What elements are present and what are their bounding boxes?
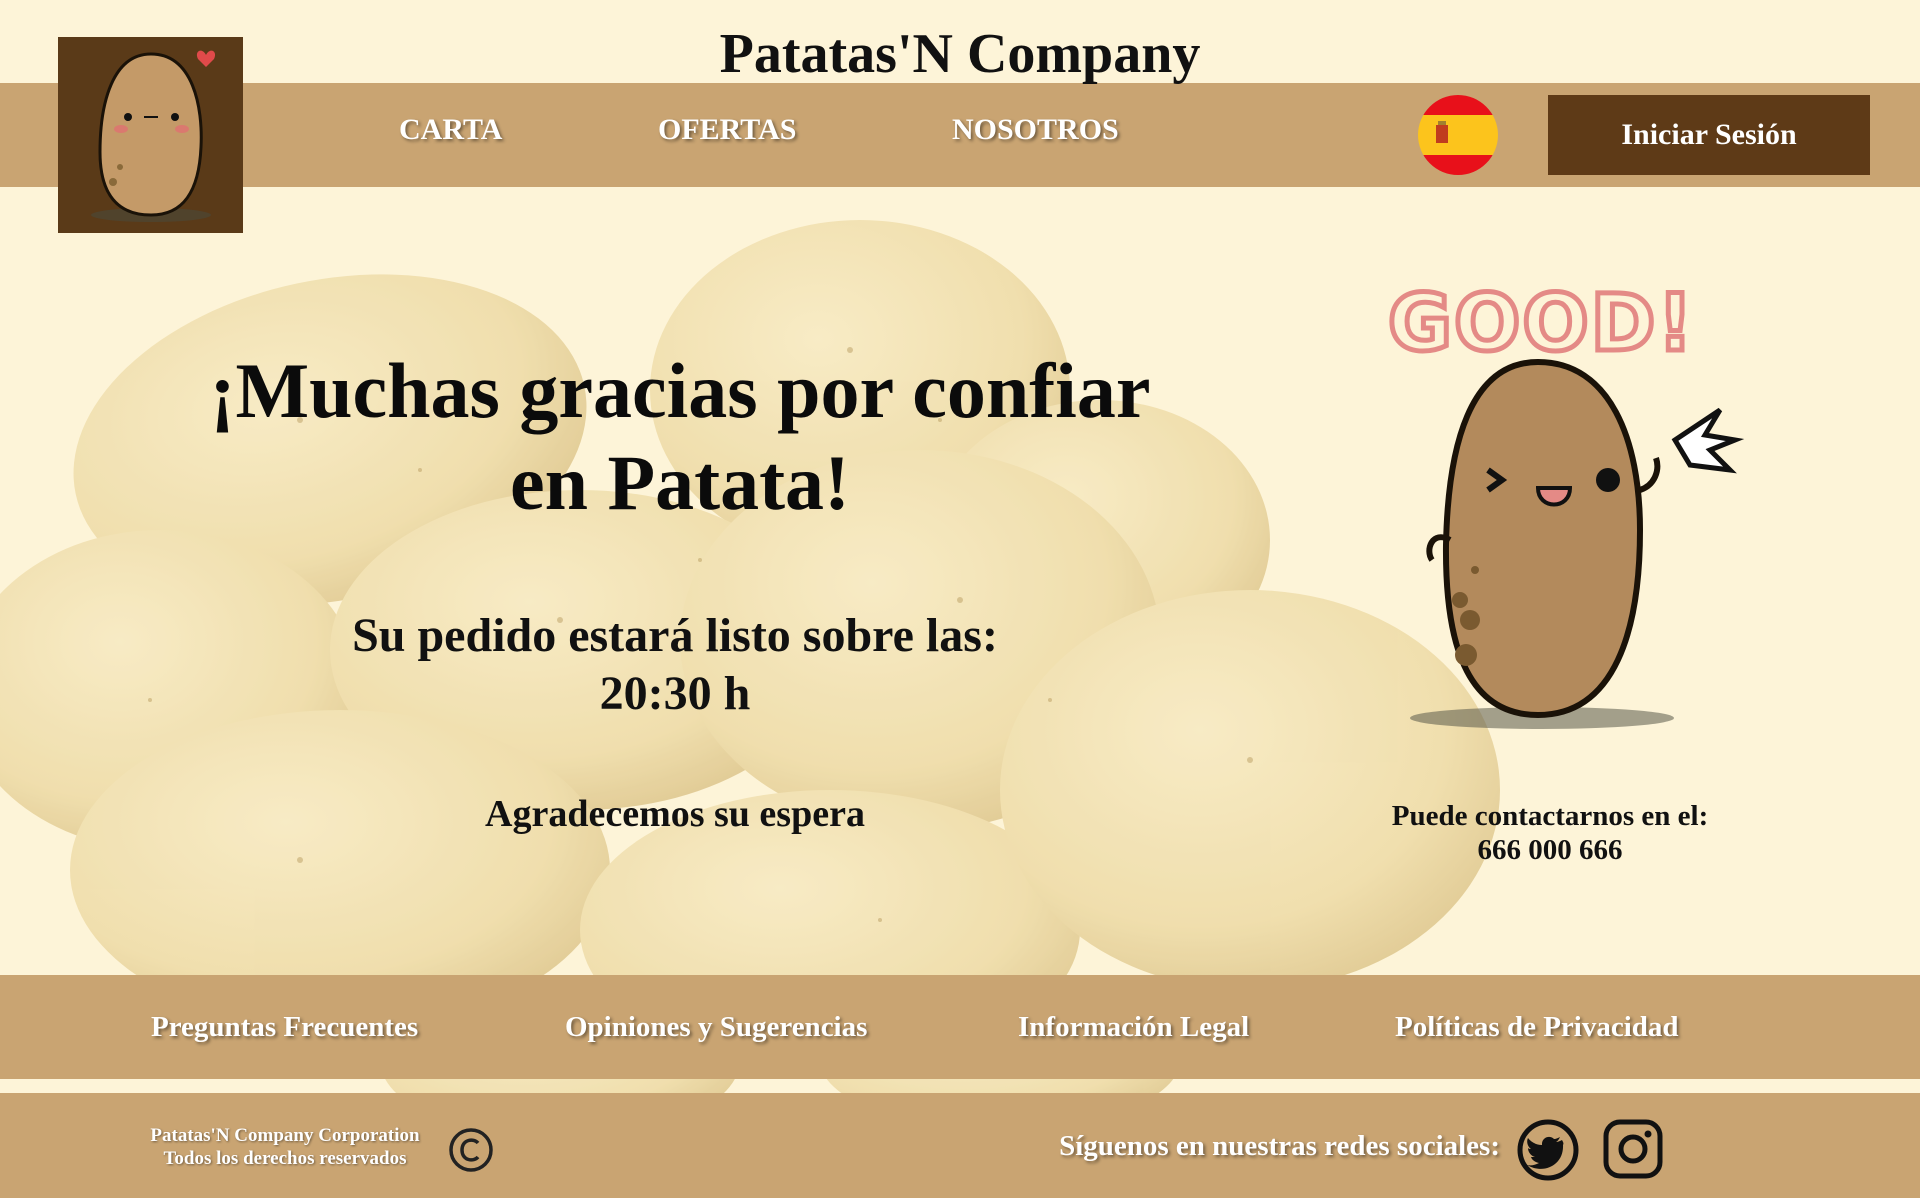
social-label: Síguenos en nuestras redes sociales: — [1059, 1130, 1500, 1162]
twitter-icon[interactable] — [1516, 1118, 1580, 1182]
footer-link-privacy[interactable]: Políticas de Privacidad — [1395, 1011, 1679, 1044]
company-name: Patatas'N Company Corporation — [150, 1125, 420, 1146]
good-text: GOOD! — [1388, 279, 1695, 369]
nav-item-carta[interactable]: CARTA — [399, 113, 502, 147]
footer-link-feedback[interactable]: Opiniones y Sugerencias — [565, 1011, 867, 1044]
copyright-text: Patatas'N Company Corporation Todos los … — [130, 1124, 440, 1170]
good-potato-mascot-image: GOOD! — [1386, 277, 1745, 729]
ready-label: Su pedido estará listo sobre las: — [352, 609, 998, 662]
ready-time: 20:30 h — [599, 667, 751, 720]
hero-title-line1: ¡Muchas gracias por confiar — [209, 347, 1151, 434]
thanks-message: Agradecemos su espera — [485, 793, 865, 835]
nav-item-nosotros[interactable]: NOSOTROS — [952, 113, 1119, 147]
hero-title-line2: en Patata! — [509, 439, 851, 526]
copyright-icon — [449, 1128, 493, 1172]
instagram-icon[interactable] — [1602, 1118, 1664, 1180]
rights-text: Todos los derechos reservados — [163, 1148, 407, 1169]
nav-item-ofertas[interactable]: OFERTAS — [658, 113, 796, 147]
potato-mascot-icon — [91, 50, 216, 222]
site-title: Patatas'N Company — [719, 23, 1201, 85]
footer-link-legal[interactable]: Información Legal — [1018, 1011, 1249, 1044]
contact-label: Puede contactarnos en el: — [1391, 800, 1709, 832]
logo[interactable] — [58, 37, 243, 233]
footer-link-faq[interactable]: Preguntas Frecuentes — [151, 1011, 418, 1044]
spain-flag-icon[interactable] — [1418, 95, 1498, 175]
login-button[interactable]: Iniciar Sesión — [1548, 95, 1870, 175]
contact-phone: 666 000 666 — [1477, 834, 1623, 866]
hero-title: ¡Muchas gracias por confiar en Patata! — [180, 345, 1180, 529]
